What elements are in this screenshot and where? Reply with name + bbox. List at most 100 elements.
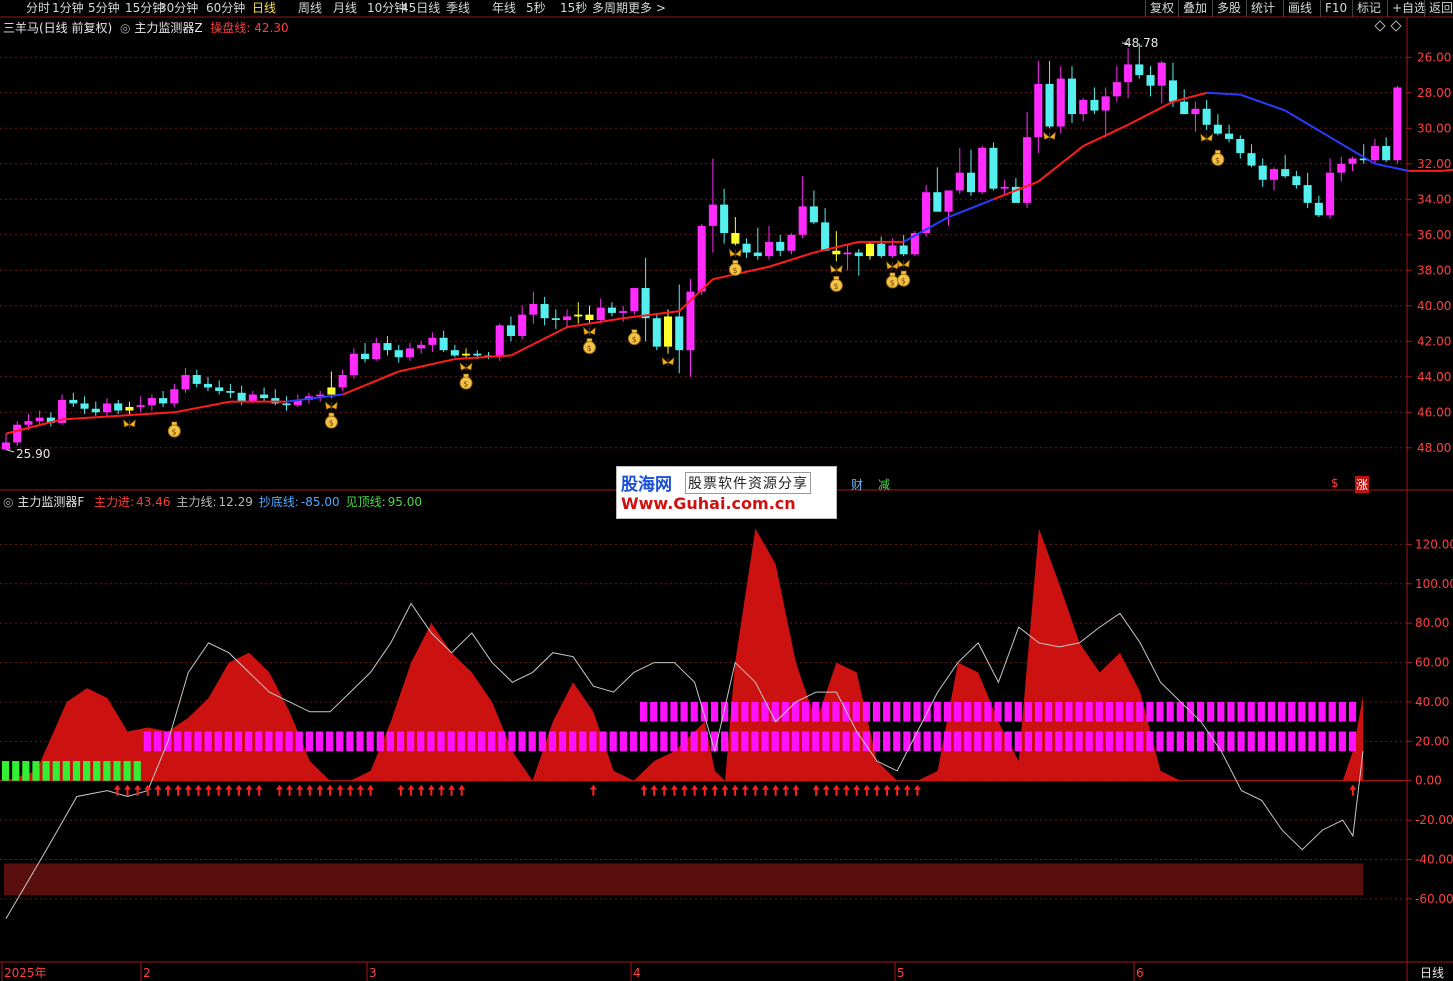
candle xyxy=(13,421,22,447)
magenta-low-block xyxy=(477,731,486,752)
money-bag-icon: $ xyxy=(324,412,338,429)
magenta-low-block xyxy=(741,731,749,752)
magenta-low-block xyxy=(1217,731,1225,752)
ma-segment xyxy=(398,358,456,373)
magenta-low-block xyxy=(245,731,253,752)
stock-title: 三羊马(日线 前复权) xyxy=(3,21,113,35)
buy-arrow xyxy=(356,784,364,796)
buy-arrow xyxy=(437,784,445,796)
legend-value-0: 43.46 xyxy=(136,495,171,509)
magenta-high-block xyxy=(771,701,779,722)
candle-body xyxy=(1000,186,1009,189)
buy-arrow xyxy=(762,784,770,796)
magenta-high-block xyxy=(802,701,810,722)
candle-body xyxy=(417,344,426,349)
candle-body xyxy=(1101,96,1110,111)
sub-indicator-name[interactable]: 主力监测器F xyxy=(17,495,84,509)
candle-body xyxy=(1247,153,1256,166)
candle xyxy=(215,380,224,395)
diamond-icon xyxy=(1374,20,1386,32)
candle-body xyxy=(1303,185,1312,203)
candle-body xyxy=(192,375,201,384)
candle xyxy=(764,225,774,260)
sub-panel-header: ◎ 主力监测器F 主力进: 43.46 主力线: 12.29 抄底线: -85.00 见顶线… xyxy=(3,493,422,510)
candle xyxy=(966,149,976,196)
buy-arrow xyxy=(184,784,192,796)
candle-body xyxy=(361,353,370,360)
candle xyxy=(405,343,414,361)
legend-label-2: 抄底线: xyxy=(258,495,299,509)
money-bag-icon: $ xyxy=(1211,150,1225,166)
candle-body xyxy=(764,241,774,257)
line-label: 操盘线: xyxy=(210,21,251,35)
toggle-icon[interactable]: ◎ xyxy=(120,21,130,35)
candle-body xyxy=(1157,62,1166,86)
buy-arrow xyxy=(144,784,152,796)
buy-arrow xyxy=(215,784,223,796)
candle xyxy=(697,224,706,296)
magenta-low-block xyxy=(467,731,476,752)
buy-arrow xyxy=(812,784,820,796)
green-band-block xyxy=(103,761,111,781)
candle xyxy=(877,236,886,258)
magenta-low-block xyxy=(1237,731,1245,752)
magenta-low-block xyxy=(437,731,445,752)
candle xyxy=(1101,87,1110,138)
candle xyxy=(1056,66,1065,134)
magenta-low-block xyxy=(650,731,658,752)
svg-text:$: $ xyxy=(172,427,177,436)
magenta-low-block xyxy=(255,731,263,752)
magenta-low-block xyxy=(1105,731,1114,752)
magenta-low-block xyxy=(153,731,162,752)
ma-segment xyxy=(174,400,231,414)
candle-body xyxy=(585,314,594,320)
magenta-low-block xyxy=(1065,731,1073,752)
candle-body xyxy=(978,147,987,193)
candle-body xyxy=(473,353,482,356)
ma-segment xyxy=(62,414,119,421)
candle-body xyxy=(1213,124,1222,134)
candle xyxy=(1348,156,1357,171)
ma-segment xyxy=(1239,93,1286,112)
sub-tick-label: -20.00 xyxy=(1415,813,1453,827)
candle xyxy=(417,341,426,354)
magenta-high-block xyxy=(1115,701,1124,722)
candle-body xyxy=(1348,158,1357,164)
magenta-high-block xyxy=(933,701,941,722)
magenta-high-block xyxy=(741,701,749,722)
magenta-high-block xyxy=(710,701,719,722)
magenta-low-block xyxy=(933,731,941,752)
main-tick-label: 30.00 xyxy=(1417,121,1451,135)
ma-segment xyxy=(1374,162,1409,172)
time-label: 2 xyxy=(143,966,151,980)
magenta-high-block xyxy=(1338,701,1346,722)
magenta-low-block xyxy=(356,731,364,752)
period-button[interactable]: 日线 xyxy=(1420,964,1444,981)
svg-text:$: $ xyxy=(463,380,468,389)
candle-body xyxy=(652,318,661,347)
candle-body xyxy=(1045,83,1054,127)
candle xyxy=(1067,66,1077,123)
magenta-low-block xyxy=(964,731,972,752)
time-label: 6 xyxy=(1136,966,1144,980)
indicator-name[interactable]: 主力监测器Z xyxy=(134,21,202,35)
magenta-high-block xyxy=(1257,701,1265,722)
green-band-block xyxy=(12,761,20,781)
candle-body xyxy=(787,234,796,251)
magenta-high-block xyxy=(1105,701,1114,722)
toggle-icon[interactable]: ◎ xyxy=(3,495,13,509)
main-tick-label: 42.00 xyxy=(1417,334,1451,348)
candle-body xyxy=(372,343,381,360)
candle xyxy=(787,233,796,255)
candle-body xyxy=(147,398,156,406)
magenta-low-block xyxy=(903,731,911,752)
buy-arrow xyxy=(255,784,263,796)
watermark-brand: 股海网 xyxy=(621,475,672,495)
buy-arrow xyxy=(792,784,800,796)
candle-body xyxy=(1034,83,1043,138)
magenta-low-block xyxy=(872,731,881,752)
magenta-high-block xyxy=(1267,701,1276,722)
magenta-low-block xyxy=(802,731,810,752)
green-band-block xyxy=(32,761,40,781)
candle-body xyxy=(181,375,190,390)
